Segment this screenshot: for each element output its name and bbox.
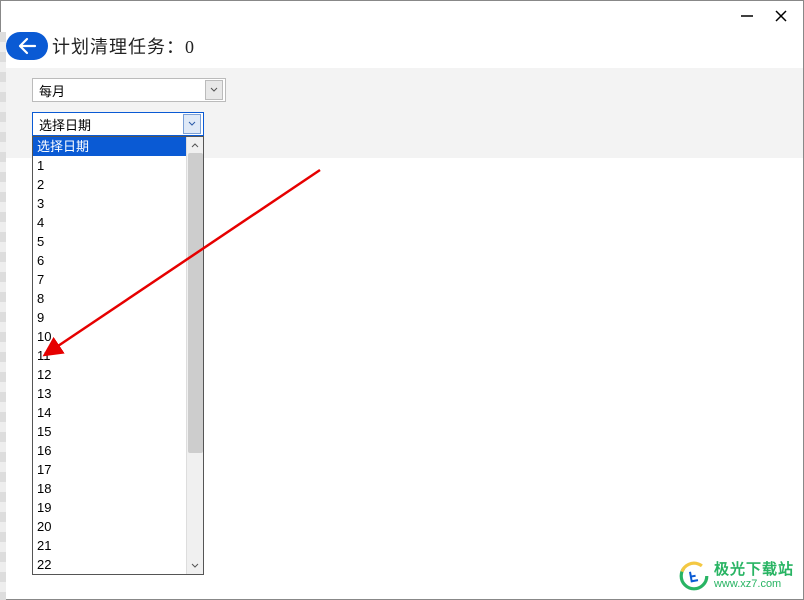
dropdown-items: 选择日期 1 2 3 4 5 6 7 8 9 10 11 12 13 14 15… [33,137,186,574]
watermark-text: 极光下载站 www.xz7.com [714,562,794,591]
list-item[interactable]: 20 [33,517,186,536]
list-item[interactable]: 2 [33,175,186,194]
header: 计划清理任务：0 [0,32,804,68]
list-item[interactable]: 选择日期 [33,137,186,156]
list-item[interactable]: 7 [33,270,186,289]
scroll-up-icon[interactable] [187,137,203,153]
frequency-select-wrap: 每月 [32,78,804,102]
scroll-down-icon[interactable] [187,558,203,574]
watermark-logo-icon [678,560,710,592]
watermark: 极光下载站 www.xz7.com [678,560,794,592]
chevron-down-icon [183,114,201,134]
list-item[interactable]: 21 [33,536,186,555]
list-item[interactable]: 5 [33,232,186,251]
watermark-title: 极光下载站 [714,562,794,579]
list-item[interactable]: 1 [33,156,186,175]
title-bar [0,0,804,32]
list-item[interactable]: 9 [33,308,186,327]
list-item[interactable]: 17 [33,460,186,479]
list-item[interactable]: 15 [33,422,186,441]
list-item[interactable]: 12 [33,365,186,384]
watermark-url: www.xz7.com [714,578,794,590]
list-item[interactable]: 16 [33,441,186,460]
list-item[interactable]: 14 [33,403,186,422]
left-edge-decoration [0,32,6,600]
frequency-select[interactable]: 每月 [32,78,226,102]
minimize-button[interactable] [740,9,754,23]
list-item[interactable]: 22 [33,555,186,574]
date-select[interactable]: 选择日期 [32,112,204,136]
page-title: 计划清理任务：0 [52,33,195,59]
list-item[interactable]: 10 [33,327,186,346]
list-item[interactable]: 11 [33,346,186,365]
date-select-value: 选择日期 [39,115,91,134]
back-arrow-icon [17,37,37,55]
date-dropdown-list: 选择日期 1 2 3 4 5 6 7 8 9 10 11 12 13 14 15… [32,136,204,575]
chevron-down-icon [205,80,223,100]
back-button[interactable] [6,32,48,60]
controls-bar: 每月 选择日期 选择日期 1 2 3 4 5 6 7 8 9 10 11 12 … [0,68,804,158]
list-item[interactable]: 4 [33,213,186,232]
list-item[interactable]: 3 [33,194,186,213]
list-item[interactable]: 19 [33,498,186,517]
list-item[interactable]: 13 [33,384,186,403]
list-item[interactable]: 6 [33,251,186,270]
close-button[interactable] [774,9,788,23]
scroll-thumb[interactable] [188,153,203,453]
list-item[interactable]: 8 [33,289,186,308]
frequency-value: 每月 [39,81,65,100]
list-item[interactable]: 18 [33,479,186,498]
dropdown-scrollbar[interactable] [186,137,203,574]
